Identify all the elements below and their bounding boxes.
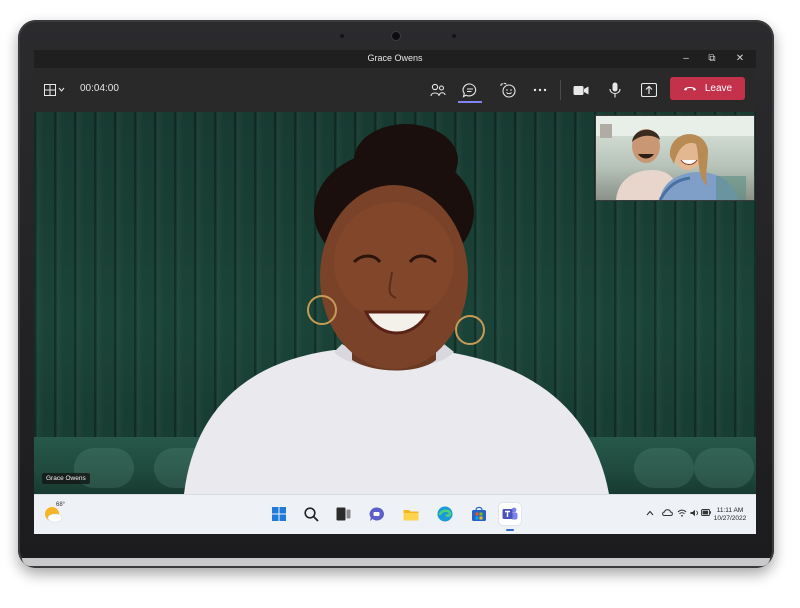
sensor-left [340,34,344,38]
wifi-tray-button[interactable] [677,509,687,519]
share-screen-icon [641,83,657,97]
people-icon [430,83,446,97]
camera-icon [573,85,589,95]
file-explorer-icon [403,509,419,520]
speaker-icon [690,509,699,517]
teams-app-button[interactable] [499,503,521,525]
window-title: Grace Owens [367,53,423,63]
show-hidden-icons-button[interactable] [646,509,654,518]
edge-browser-icon [437,506,453,522]
microphone-button[interactable] [604,77,626,103]
maximize-button[interactable]: ⧉ [698,50,726,68]
start-button[interactable] [268,503,290,525]
weather-temperature: 68° [56,502,66,508]
participant-name-tag: Grace Owens [42,473,90,484]
screen: Grace Owens – ⧉ ✕ 00:04:00 Leave Grace O… [34,50,756,534]
start-menu-icon [272,507,286,521]
volume-tray-button[interactable] [690,509,699,519]
search-icon [303,506,319,522]
taskbar-clock[interactable]: 11:11 AM 10/27/2022 [710,507,756,523]
clock-date: 10/27/2022 [713,515,747,522]
reactions-button[interactable] [496,77,520,103]
close-button[interactable]: ✕ [726,50,754,68]
onedrive-tray-button[interactable] [662,509,673,518]
minimize-button[interactable]: – [672,50,700,68]
chat-icon [462,82,477,98]
cloud-icon [662,509,673,516]
sensor-right [452,34,456,38]
tablet-bottom-edge [22,558,770,566]
reactions-icon [500,82,516,98]
hang-up-phone-icon [683,87,696,91]
more-options-icon [533,88,547,92]
layout-menu-button[interactable] [40,77,70,103]
people-button[interactable] [426,77,450,103]
share-screen-button[interactable] [638,77,660,103]
window-title-bar: Grace Owens – ⧉ ✕ [34,50,756,68]
microsoft-store-button[interactable] [468,503,490,525]
teams-icon [502,507,518,520]
chat-active-indicator [458,101,482,103]
search-button[interactable] [300,503,322,525]
edge-browser-button[interactable] [434,503,456,525]
windows-taskbar: 68° 11:11 AM 10/27/2022 [34,494,756,534]
toolbar-divider [560,80,561,100]
chat-app-button[interactable] [366,503,388,525]
file-explorer-button[interactable] [400,503,422,525]
chat-button[interactable] [458,77,482,103]
clock-time: 11:11 AM [716,507,744,514]
meeting-toolbar: 00:04:00 Leave [34,68,756,112]
wifi-icon [677,509,687,517]
camera-button[interactable] [570,77,592,103]
active-app-indicator [506,529,514,531]
leave-button[interactable]: Leave [670,77,745,100]
couple-video-image [596,116,754,200]
more-options-button[interactable] [530,77,550,103]
grid-layout-icon [44,84,65,96]
front-camera [392,32,400,40]
microsoft-store-icon [472,506,486,521]
meeting-timer: 00:04:00 [80,83,119,94]
task-view-icon [336,507,350,521]
task-view-button[interactable] [332,503,354,525]
chevron-up-icon [646,510,654,516]
leave-label: Leave [704,83,733,94]
teams-chat-icon [369,506,384,521]
participant-thumbnail-video[interactable] [595,115,755,201]
microphone-icon [609,82,621,98]
